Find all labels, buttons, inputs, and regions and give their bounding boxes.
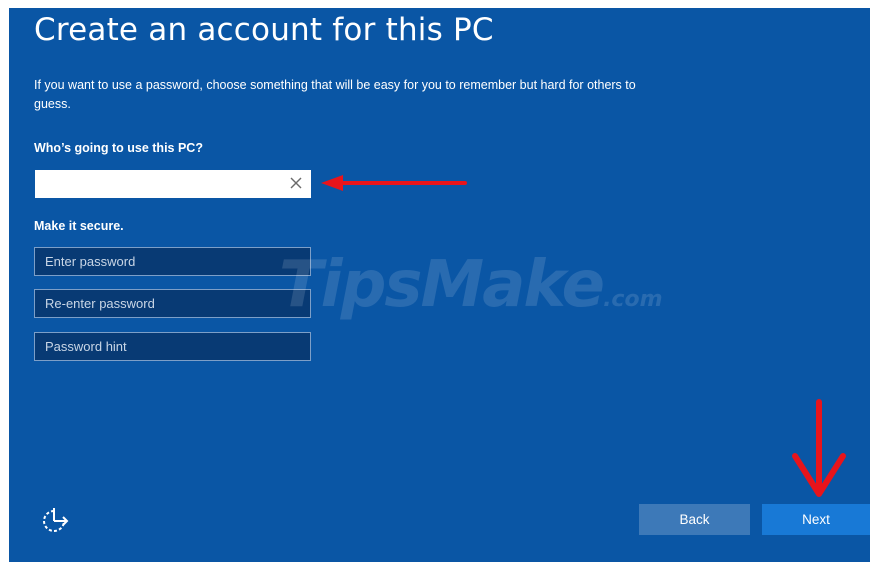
- username-field[interactable]: [35, 170, 311, 198]
- ease-of-access-icon[interactable]: [37, 505, 71, 537]
- back-button[interactable]: Back: [639, 504, 750, 535]
- password-field[interactable]: [34, 247, 311, 276]
- watermark-suffix: .com: [603, 287, 663, 312]
- close-icon[interactable]: [289, 176, 303, 190]
- password-hint-field[interactable]: [34, 332, 311, 361]
- annotation-arrow-left: [321, 175, 467, 191]
- reenter-password-input[interactable]: [35, 290, 310, 317]
- next-button[interactable]: Next: [762, 504, 870, 535]
- username-label: Who’s going to use this PC?: [34, 141, 203, 155]
- secure-label: Make it secure.: [34, 219, 124, 233]
- watermark-logo: TipsMake.com: [279, 248, 663, 322]
- username-input[interactable]: [35, 170, 285, 198]
- password-hint-input[interactable]: [35, 333, 310, 360]
- annotation-arrow-down: [792, 399, 846, 497]
- page-title: Create an account for this PC: [34, 12, 494, 48]
- oobe-screen: Create an account for this PC If you wan…: [9, 8, 870, 562]
- reenter-password-field[interactable]: [34, 289, 311, 318]
- password-input[interactable]: [35, 248, 310, 275]
- page-description: If you want to use a password, choose so…: [34, 78, 636, 111]
- watermark-main: TipsMake: [279, 248, 605, 322]
